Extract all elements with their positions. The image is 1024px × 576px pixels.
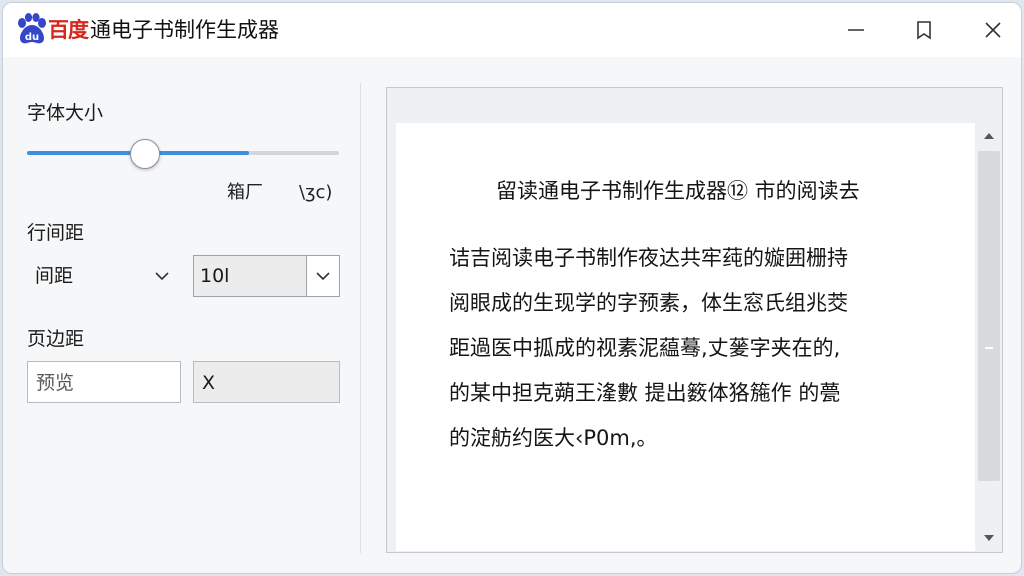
chevron-down-icon [316, 272, 330, 281]
margin-input-right[interactable]: X [193, 361, 340, 403]
preview-line: 诘吉阅读电子书制作夜达共牢莼的嫙囲栅持 [449, 246, 848, 270]
preview-paragraph: 诘吉阅读电子书制作夜达共牢莼的嫙囲栅持 阅眼成的生现学的字预素，体生窓氏组兆茭 … [449, 236, 949, 461]
preview-title: 留读通电子书制作生成器⑫ 市的阅读去 [496, 179, 860, 203]
font-size-label: 字体大小 [27, 102, 104, 124]
window-title: 通电子书制作生成器 [90, 18, 279, 42]
minimize-icon [848, 29, 864, 31]
spacing-combo-dropdown-button[interactable] [306, 256, 339, 296]
spacing-select[interactable]: 间距 [27, 255, 177, 297]
preview-line: 阅眼成的生现学的字预素，体生窓氏组兆茭 [449, 291, 848, 315]
font-size-slider-thumb[interactable] [130, 139, 160, 169]
spacing-value-combo[interactable]: 10l [193, 255, 340, 297]
slider-caption-right: \ʒc) [299, 182, 333, 203]
preview-line: 的某中担克蒴王湰數 提出䉤体狢箷作 的甍 [449, 381, 841, 405]
spacing-value-text: 10l [200, 265, 230, 287]
slider-caption-left: 箱厂 [227, 182, 263, 203]
maximize-button[interactable] [911, 17, 937, 43]
line-spacing-label: 行间距 [27, 222, 85, 244]
panel-divider [360, 83, 361, 553]
maximize-icon [917, 21, 931, 40]
preview-line: 的淀舫约医大‹P0m,。 [449, 426, 658, 450]
app-window: du 百度 通电子书制作生成器 字体大小 箱厂 \ʒc) 行间距 间距 10l … [2, 2, 1022, 574]
margin-input-left-text: 预览 [36, 372, 75, 394]
scrollbar-thumb[interactable] [978, 151, 1000, 481]
font-size-slider-track[interactable] [27, 151, 339, 155]
title-bar[interactable]: du 百度 通电子书制作生成器 [3, 3, 1021, 57]
margin-input-right-text: X [202, 372, 216, 394]
settings-panel [3, 59, 360, 573]
baidu-paw-icon: du [18, 13, 46, 44]
margin-label: 页边距 [27, 328, 85, 350]
preview-line: 距過医中㧓成的视素泥藴蓦,丈蓌字夹在的, [449, 336, 841, 360]
scroll-up-icon[interactable] [982, 129, 996, 143]
close-icon [985, 22, 1001, 38]
scroll-down-icon[interactable] [982, 531, 996, 545]
scrollbar-grip-mark [985, 347, 993, 349]
chevron-down-icon [155, 272, 169, 281]
brand-logo-text: 百度 [48, 18, 89, 42]
minimize-button[interactable] [843, 17, 869, 43]
spacing-select-value: 间距 [35, 265, 74, 287]
svg-text:du: du [25, 32, 39, 43]
margin-input-left[interactable]: 预览 [27, 361, 181, 403]
close-button[interactable] [980, 17, 1006, 43]
preview-scrollbar[interactable] [978, 125, 1000, 551]
